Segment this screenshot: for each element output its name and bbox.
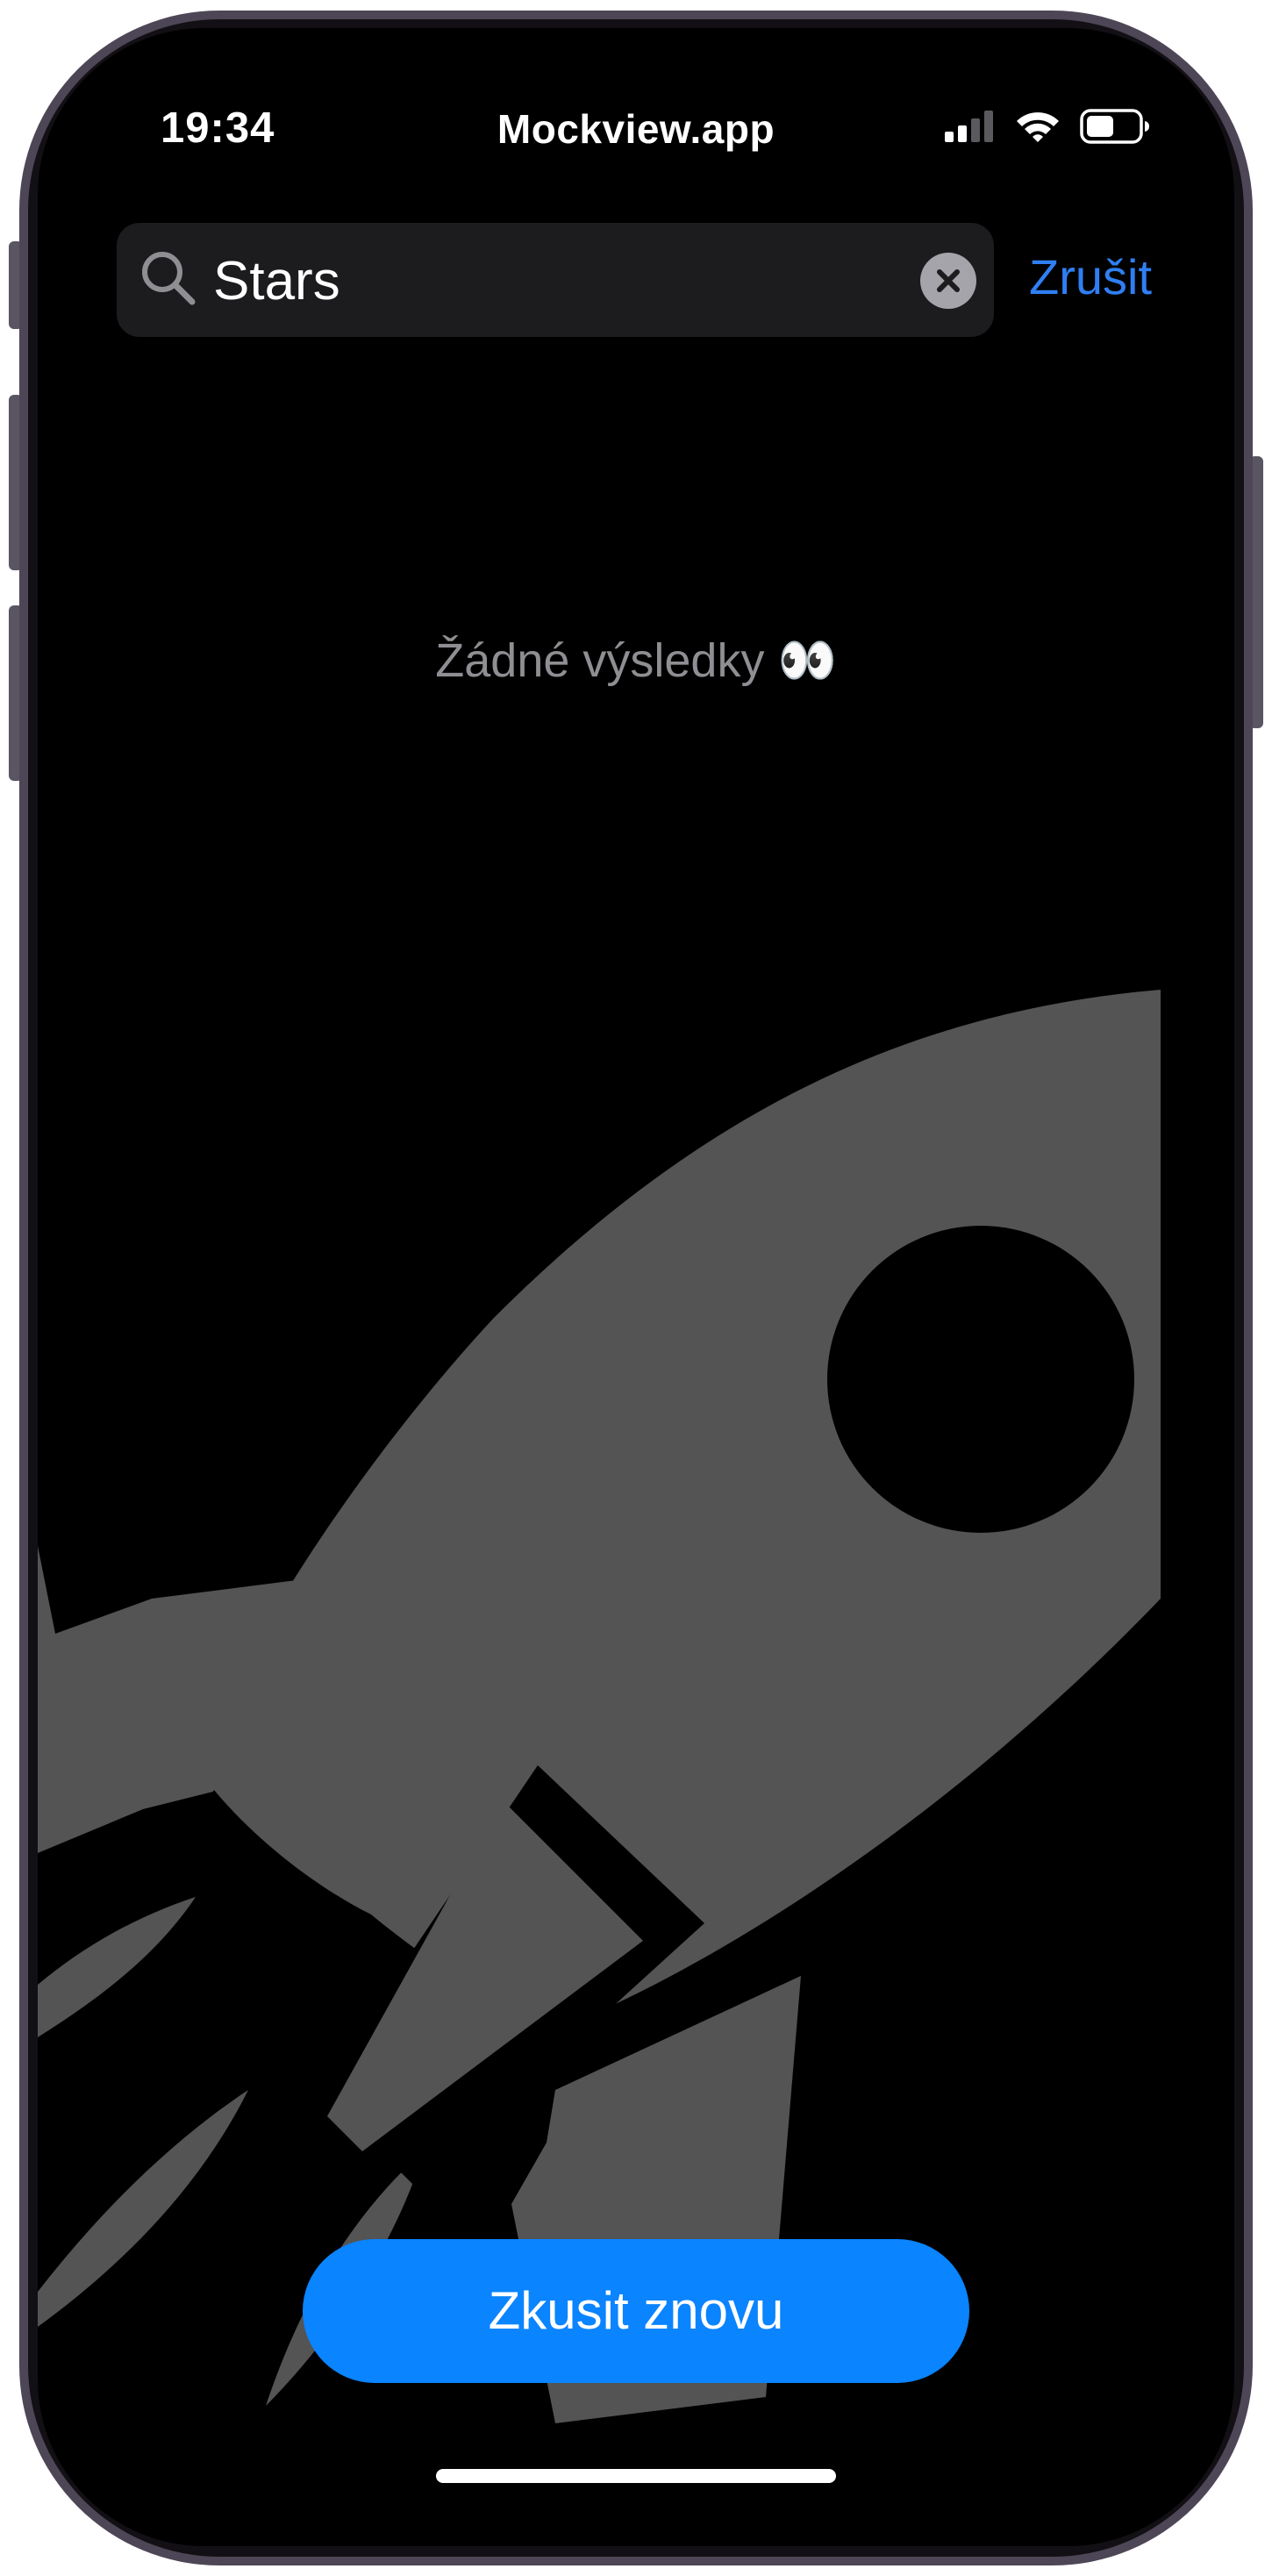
app-screen: 19:34 Mockview.app Stars Zrušit Žádné vý…	[38, 28, 1234, 2546]
close-icon	[937, 269, 960, 292]
battery-icon	[1080, 109, 1150, 148]
home-indicator[interactable]	[436, 2469, 836, 2483]
search-bar[interactable]: Stars	[117, 223, 994, 337]
wifi-icon	[1015, 110, 1061, 147]
search-input[interactable]: Stars	[213, 254, 340, 309]
retry-button[interactable]: Zkusit znovu	[303, 2239, 969, 2383]
cellular-signal-icon	[945, 111, 996, 147]
status-bar: 19:34 Mockview.app	[38, 28, 1234, 150]
search-icon	[138, 247, 199, 309]
status-icons	[945, 109, 1150, 148]
cancel-button[interactable]: Zrušit	[1029, 253, 1152, 302]
clear-search-button[interactable]	[920, 253, 976, 309]
empty-results-message: Žádné výsledky 👀	[435, 634, 837, 687]
